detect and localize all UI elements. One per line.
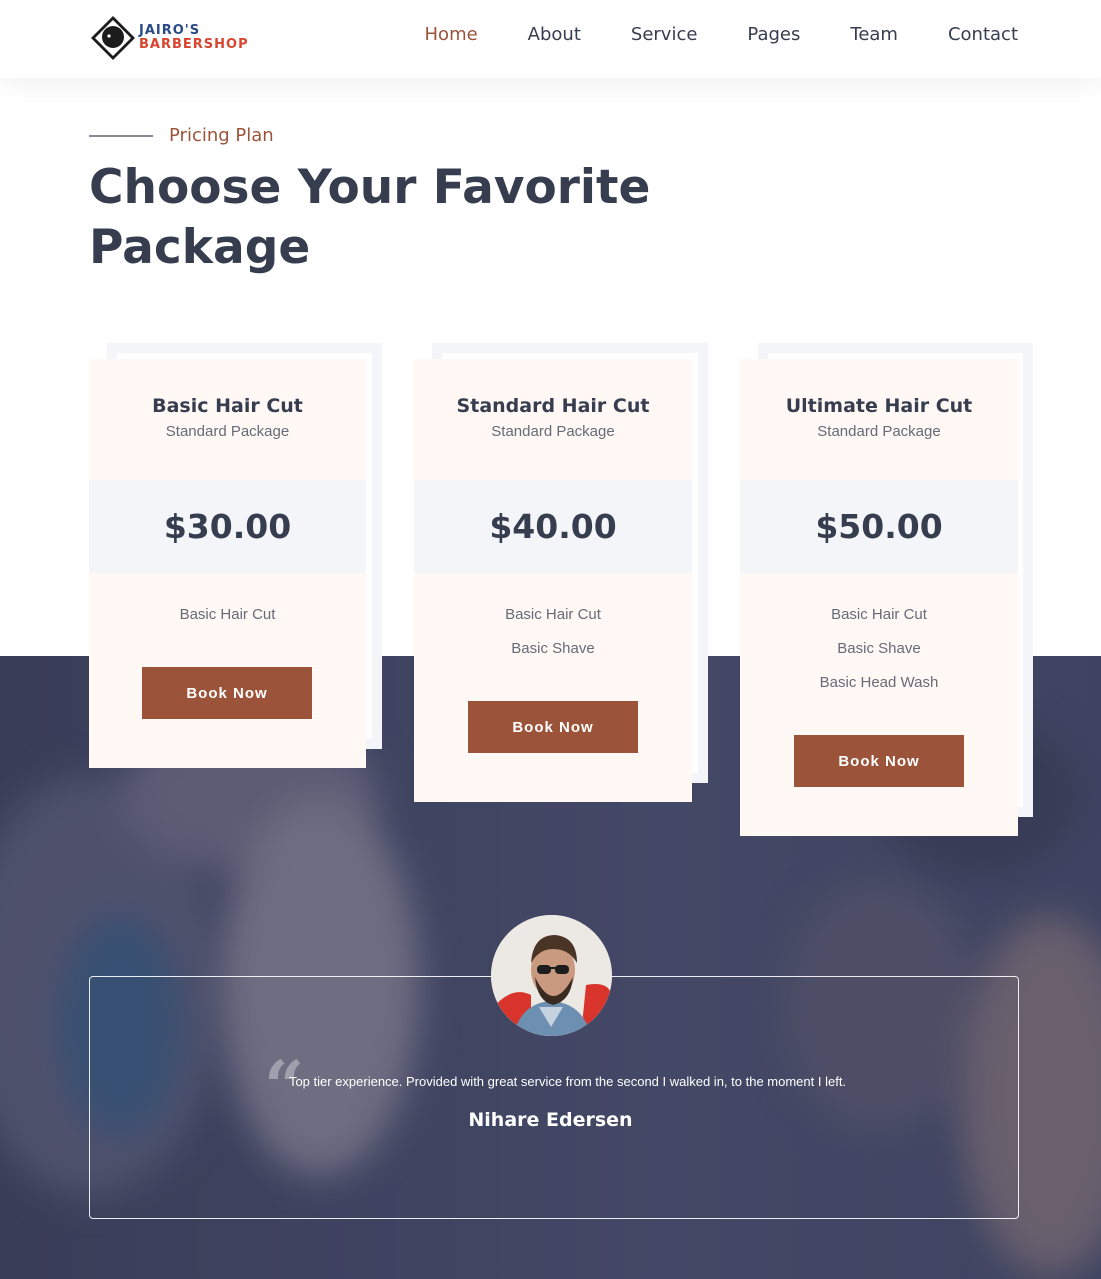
barber-logo-icon	[89, 15, 137, 61]
pricing-card-ultimate: Ultimate Hair Cut Standard Package $50.0…	[740, 359, 1018, 836]
logo-subtitle: BARBERSHOP	[139, 37, 249, 52]
nav-service[interactable]: Service	[631, 24, 698, 45]
price-band: $40.00	[414, 480, 692, 573]
eyebrow-divider	[89, 134, 153, 137]
testimonial-quote: Top tier experience. Provided with great…	[288, 1074, 847, 1089]
logo[interactable]: JAIRO'S BARBERSHOP	[89, 15, 249, 61]
nav-home[interactable]: Home	[425, 24, 478, 45]
pricing-card-basic: Basic Hair Cut Standard Package $30.00 B…	[89, 359, 366, 768]
testimonial-avatar	[491, 915, 612, 1036]
eyebrow-label: Pricing Plan	[169, 125, 274, 146]
feature-item: Basic Hair Cut	[831, 606, 927, 623]
plan-features: Basic Hair Cut	[89, 605, 366, 639]
plan-package: Standard Package	[817, 423, 941, 440]
nav-team[interactable]: Team	[850, 24, 898, 45]
price-band: $50.00	[740, 480, 1018, 573]
feature-item: Basic Shave	[837, 640, 921, 657]
site-header: JAIRO'S BARBERSHOP Home About Service Pa…	[0, 0, 1101, 78]
pricing-card-standard: Standard Hair Cut Standard Package $40.0…	[414, 359, 692, 802]
nav-pages[interactable]: Pages	[747, 24, 800, 45]
section-eyebrow: Pricing Plan	[89, 125, 274, 146]
feature-item: Basic Head Wash	[819, 674, 939, 691]
plan-package: Standard Package	[491, 423, 615, 440]
plan-features: Basic Hair Cut Basic Shave Basic Head Wa…	[740, 605, 1018, 707]
feature-item: Basic Hair Cut	[505, 606, 601, 623]
plan-name: Standard Hair Cut	[456, 395, 650, 417]
plan-price: $30.00	[163, 507, 292, 546]
plan-price: $40.00	[489, 507, 617, 546]
book-now-button[interactable]: Book Now	[468, 701, 638, 753]
feature-item: Basic Hair Cut	[179, 606, 276, 623]
plan-name: Basic Hair Cut	[152, 395, 303, 417]
book-now-button[interactable]: Book Now	[794, 735, 964, 787]
nav-about[interactable]: About	[528, 24, 581, 45]
main-nav: Home About Service Pages Team Contact	[375, 24, 1018, 45]
plan-package: Standard Package	[165, 423, 290, 440]
plan-price: $50.00	[815, 507, 943, 546]
feature-item: Basic Shave	[511, 640, 595, 657]
price-band: $30.00	[89, 480, 366, 573]
testimonial-author: Nihare Edersen	[468, 1109, 633, 1131]
book-now-button[interactable]: Book Now	[142, 667, 312, 719]
logo-title: JAIRO'S	[139, 23, 201, 38]
plan-features: Basic Hair Cut Basic Shave	[414, 605, 692, 673]
nav-contact[interactable]: Contact	[948, 24, 1018, 45]
plan-name: Ultimate Hair Cut	[785, 395, 973, 417]
section-title: Choose Your Favorite Package	[89, 160, 651, 275]
